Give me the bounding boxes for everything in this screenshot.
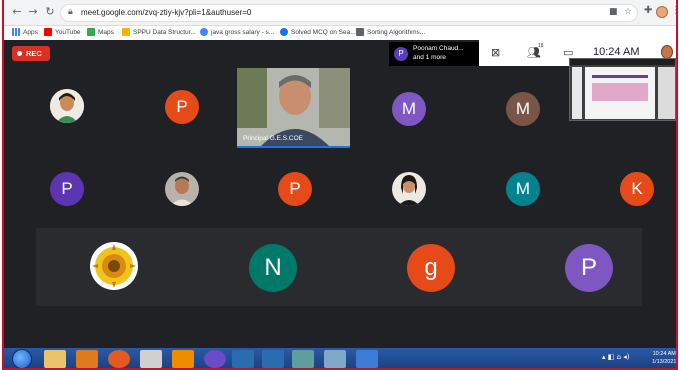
- shared-screen-preview: [570, 59, 675, 120]
- bookmark-icon: [122, 28, 130, 36]
- participant-tile[interactable]: M: [506, 172, 540, 206]
- tex-editor-icon[interactable]: [140, 350, 162, 368]
- window-icon[interactable]: [262, 350, 284, 368]
- participant-tile[interactable]: P: [165, 90, 199, 124]
- person-photo-icon: [165, 172, 199, 206]
- record-dot-icon: [17, 51, 22, 56]
- presenting-info[interactable]: P Poonam Chaud... and 1 more: [389, 42, 479, 66]
- youtube-icon: [44, 28, 52, 36]
- participant-tile[interactable]: M: [392, 92, 426, 126]
- participant-count: 18: [538, 43, 544, 49]
- college-logo-icon: [90, 242, 138, 290]
- participant-logo-tile[interactable]: [90, 242, 138, 290]
- bookmark-icon: [356, 28, 364, 36]
- meet-time: 10:24 AM: [593, 46, 640, 58]
- bookmark-sorting[interactable]: Sorting Algorithms...: [356, 28, 425, 36]
- firefox-icon[interactable]: [108, 350, 130, 368]
- presenter-avatar: P: [394, 47, 408, 61]
- forward-icon[interactable]: →: [26, 5, 40, 19]
- participant-tile[interactable]: P: [565, 244, 613, 292]
- participant-video[interactable]: Principal G.E.S.COE: [237, 68, 350, 148]
- participant-tile[interactable]: P: [278, 172, 312, 206]
- browser-toolbar: ← → ↻ 🔒︎ meet.google.com/zvq-ztiy-kjv?pl…: [4, 0, 676, 26]
- self-avatar[interactable]: [661, 45, 673, 59]
- presenter-more: and 1 more: [413, 54, 446, 61]
- info-icon: [280, 28, 288, 36]
- layout-icon[interactable]: ⊠: [491, 46, 500, 59]
- bookmark-maps[interactable]: Maps: [87, 28, 114, 36]
- window-icon[interactable]: [232, 350, 254, 368]
- participant-photo-tile[interactable]: [50, 89, 84, 123]
- screen-share-thumbnail[interactable]: [569, 58, 676, 121]
- bookmark-sppu[interactable]: SPPU Data Structur...: [122, 28, 196, 36]
- recording-badge: REC: [12, 46, 50, 61]
- reload-icon[interactable]: ↻: [43, 5, 57, 19]
- speaking-indicator: [237, 146, 350, 148]
- back-icon[interactable]: ←: [10, 5, 24, 19]
- app-icon[interactable]: [204, 350, 226, 368]
- start-button[interactable]: [12, 349, 32, 368]
- person-photo-icon: [392, 172, 426, 206]
- lock-icon: 🔒︎: [68, 7, 73, 17]
- presenter-name: Poonam Chaud...: [413, 45, 464, 52]
- camera-icon[interactable]: ■: [609, 7, 618, 17]
- participant-tile[interactable]: g: [407, 244, 455, 292]
- explorer-icon[interactable]: [44, 350, 66, 368]
- zoom-icon[interactable]: [356, 350, 378, 368]
- extensions-icon[interactable]: ✚: [644, 5, 652, 16]
- vlc-icon[interactable]: [172, 350, 194, 368]
- menu-icon[interactable]: ⋮: [671, 5, 676, 16]
- participant-tile[interactable]: P: [50, 172, 84, 206]
- address-bar[interactable]: 🔒︎ meet.google.com/zvq-ztiy-kjv?pli=1&au…: [60, 4, 638, 22]
- bookmarks-bar: Apps YouTube Maps SPPU Data Structur... …: [4, 26, 676, 40]
- system-tray-icons[interactable]: ▴ ◧ ⌂ ◂): [602, 353, 630, 361]
- participant-photo-tile[interactable]: [165, 172, 199, 206]
- participant-tile[interactable]: K: [620, 172, 654, 206]
- profile-avatar[interactable]: [656, 6, 668, 18]
- chrome-icon[interactable]: [324, 350, 346, 368]
- participant-tile[interactable]: M: [506, 92, 540, 126]
- participant-photo-tile[interactable]: [392, 172, 426, 206]
- maps-icon: [87, 28, 95, 36]
- screen-frame: ← → ↻ 🔒︎ meet.google.com/zvq-ztiy-kjv?pl…: [2, 0, 678, 370]
- taskbar-clock[interactable]: 10:24 AM 1/13/2021: [652, 350, 676, 366]
- bookmark-apps[interactable]: Apps: [12, 28, 38, 36]
- bookmark-youtube[interactable]: YouTube: [44, 28, 81, 36]
- bookmark-java[interactable]: java gross salary - s...: [200, 28, 274, 36]
- video-name-label: Principal G.E.S.COE: [243, 135, 303, 142]
- chrome-window-icon[interactable]: [292, 350, 314, 368]
- google-icon: [200, 28, 208, 36]
- apps-icon: [12, 28, 20, 36]
- meet-grid: REC P Poonam Chaud... and 1 more ⊠ 👥︎ 18…: [4, 40, 676, 348]
- star-icon[interactable]: ☆: [624, 7, 632, 17]
- windows-taskbar: ▴ ◧ ⌂ ◂) 10:24 AM 1/13/2021: [4, 348, 676, 368]
- bookmark-mcq[interactable]: Solved MCQ on Sea...: [280, 28, 356, 36]
- url-text: meet.google.com/zvq-ztiy-kjv?pli=1&authu…: [81, 8, 252, 17]
- media-player-icon[interactable]: [76, 350, 98, 368]
- participant-tile[interactable]: N: [249, 244, 297, 292]
- person-photo-icon: [50, 89, 84, 123]
